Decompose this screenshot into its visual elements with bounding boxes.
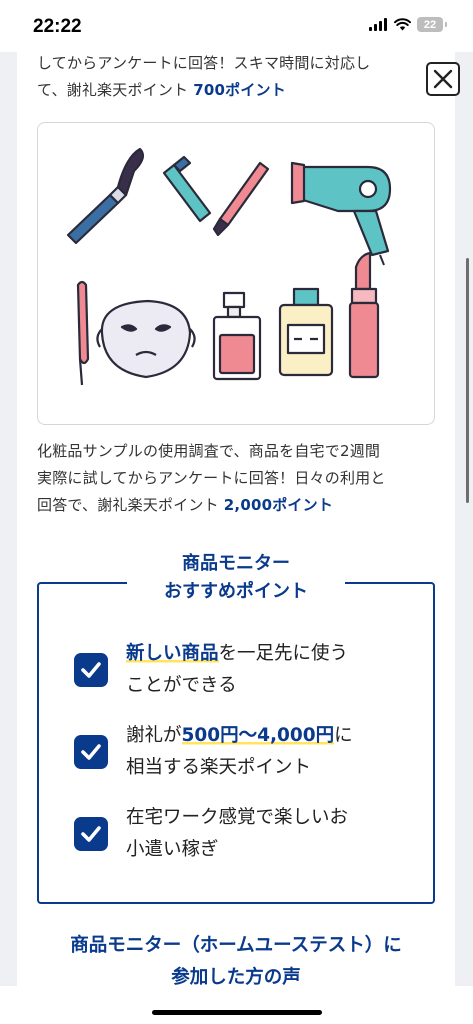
wifi-icon bbox=[394, 18, 411, 31]
recommend-title-line-1: 商品モニター bbox=[182, 553, 290, 574]
cosmetics-illustration bbox=[37, 122, 435, 425]
recommend-item-3-text: 在宅ワーク感覚で楽しいお 小遣い稼ぎ bbox=[126, 802, 396, 866]
home-bar-area bbox=[0, 986, 473, 1024]
intro-points: 700ポイント bbox=[193, 81, 286, 99]
face-mask-icon bbox=[96, 299, 196, 379]
eyeliner-icon bbox=[162, 155, 270, 237]
recommend-item-2-rest: に bbox=[334, 725, 353, 746]
status-icons: 22 bbox=[369, 17, 447, 32]
voices-title: 商品モニター（ホームユーステスト）に 参加した方の声 bbox=[17, 930, 455, 986]
curling-iron-icon bbox=[76, 280, 90, 386]
recommend-item-2-highlight: 500円〜4,000円 bbox=[181, 725, 335, 746]
close-button[interactable] bbox=[426, 62, 460, 96]
recommend-item-3: 在宅ワーク感覚で楽しいお 小遣い稼ぎ bbox=[74, 802, 396, 866]
description-line-2: 実際に試してからアンケートに回答！日々の利用と bbox=[37, 469, 386, 487]
description-points: 2,000ポイント bbox=[223, 496, 334, 514]
description-prefix: 回答で、謝礼楽天ポイント bbox=[37, 496, 224, 514]
recommend-item-1-highlight: 新しい商品 bbox=[126, 643, 219, 664]
battery-icon: 22 bbox=[417, 17, 443, 32]
cosmetics-illustration-svg bbox=[66, 147, 392, 386]
description-line-3: 回答で、謝礼楽天ポイント 2,000ポイント bbox=[37, 492, 437, 519]
intro-prefix: て、謝礼楽天ポイント bbox=[37, 81, 194, 99]
lipstick-icon bbox=[348, 251, 380, 379]
check-icon bbox=[74, 817, 108, 851]
description-line-1: 化粧品サンプルの使用調査で、商品を自宅で2週間 bbox=[37, 442, 381, 460]
recommend-item-2-text: 謝礼が500円〜4,000円に 相当する楽天ポイント bbox=[126, 720, 396, 784]
recommend-item-1-text: 新しい商品を一足先に使う ことができる bbox=[126, 638, 396, 702]
recommend-item-2-line-2: 相当する楽天ポイント bbox=[126, 757, 312, 778]
recommend-title-line-2: おすすめポイント bbox=[164, 581, 308, 602]
intro-line-2: て、謝礼楽天ポイント 700ポイント bbox=[37, 77, 437, 104]
recommend-item-3-line-1: 在宅ワーク感覚で楽しいお bbox=[126, 807, 349, 828]
intro-line-1: してからアンケートに回答！スキマ時間に対応し bbox=[37, 54, 371, 72]
check-icon bbox=[74, 653, 108, 687]
recommend-item-3-line-2: 小遣い稼ぎ bbox=[126, 839, 219, 860]
lotion-bottle-icon bbox=[278, 287, 334, 377]
recommend-item-1: 新しい商品を一足先に使う ことができる bbox=[74, 638, 396, 702]
intro-text: してからアンケートに回答！スキマ時間に対応し て、謝礼楽天ポイント 700ポイン… bbox=[37, 52, 437, 104]
makeup-brush-icon bbox=[66, 147, 144, 245]
status-time: 22:22 bbox=[33, 16, 82, 37]
modal-content[interactable]: してからアンケートに回答！スキマ時間に対応し て、謝礼楽天ポイント 700ポイン… bbox=[17, 52, 455, 986]
battery-cap bbox=[445, 22, 447, 27]
home-indicator[interactable] bbox=[152, 1010, 322, 1015]
recommend-item-2: 謝礼が500円〜4,000円に 相当する楽天ポイント bbox=[74, 720, 396, 784]
hair-dryer-icon bbox=[290, 161, 392, 266]
voices-title-line-2: 参加した方の声 bbox=[171, 967, 301, 986]
close-icon bbox=[433, 69, 453, 89]
recommend-item-2-pre: 謝礼が bbox=[126, 725, 182, 746]
perfume-icon bbox=[212, 291, 262, 381]
description-text: 化粧品サンプルの使用調査で、商品を自宅で2週間 実際に試してからアンケートに回答… bbox=[37, 438, 437, 519]
signal-icon bbox=[369, 18, 387, 31]
voices-title-line-1: 商品モニター（ホームユーステスト）に bbox=[70, 935, 402, 956]
modal-frame: してからアンケートに回答！スキマ時間に対応し て、謝礼楽天ポイント 700ポイン… bbox=[0, 52, 473, 986]
check-icon bbox=[74, 735, 108, 769]
scrollbar[interactable] bbox=[466, 258, 469, 503]
recommend-title: 商品モニター おすすめポイント bbox=[17, 550, 455, 606]
recommend-item-1-line-2: ことができる bbox=[126, 675, 237, 696]
recommend-item-1-rest: を一足先に使う bbox=[218, 643, 349, 664]
status-bar: 22:22 22 bbox=[0, 0, 473, 52]
